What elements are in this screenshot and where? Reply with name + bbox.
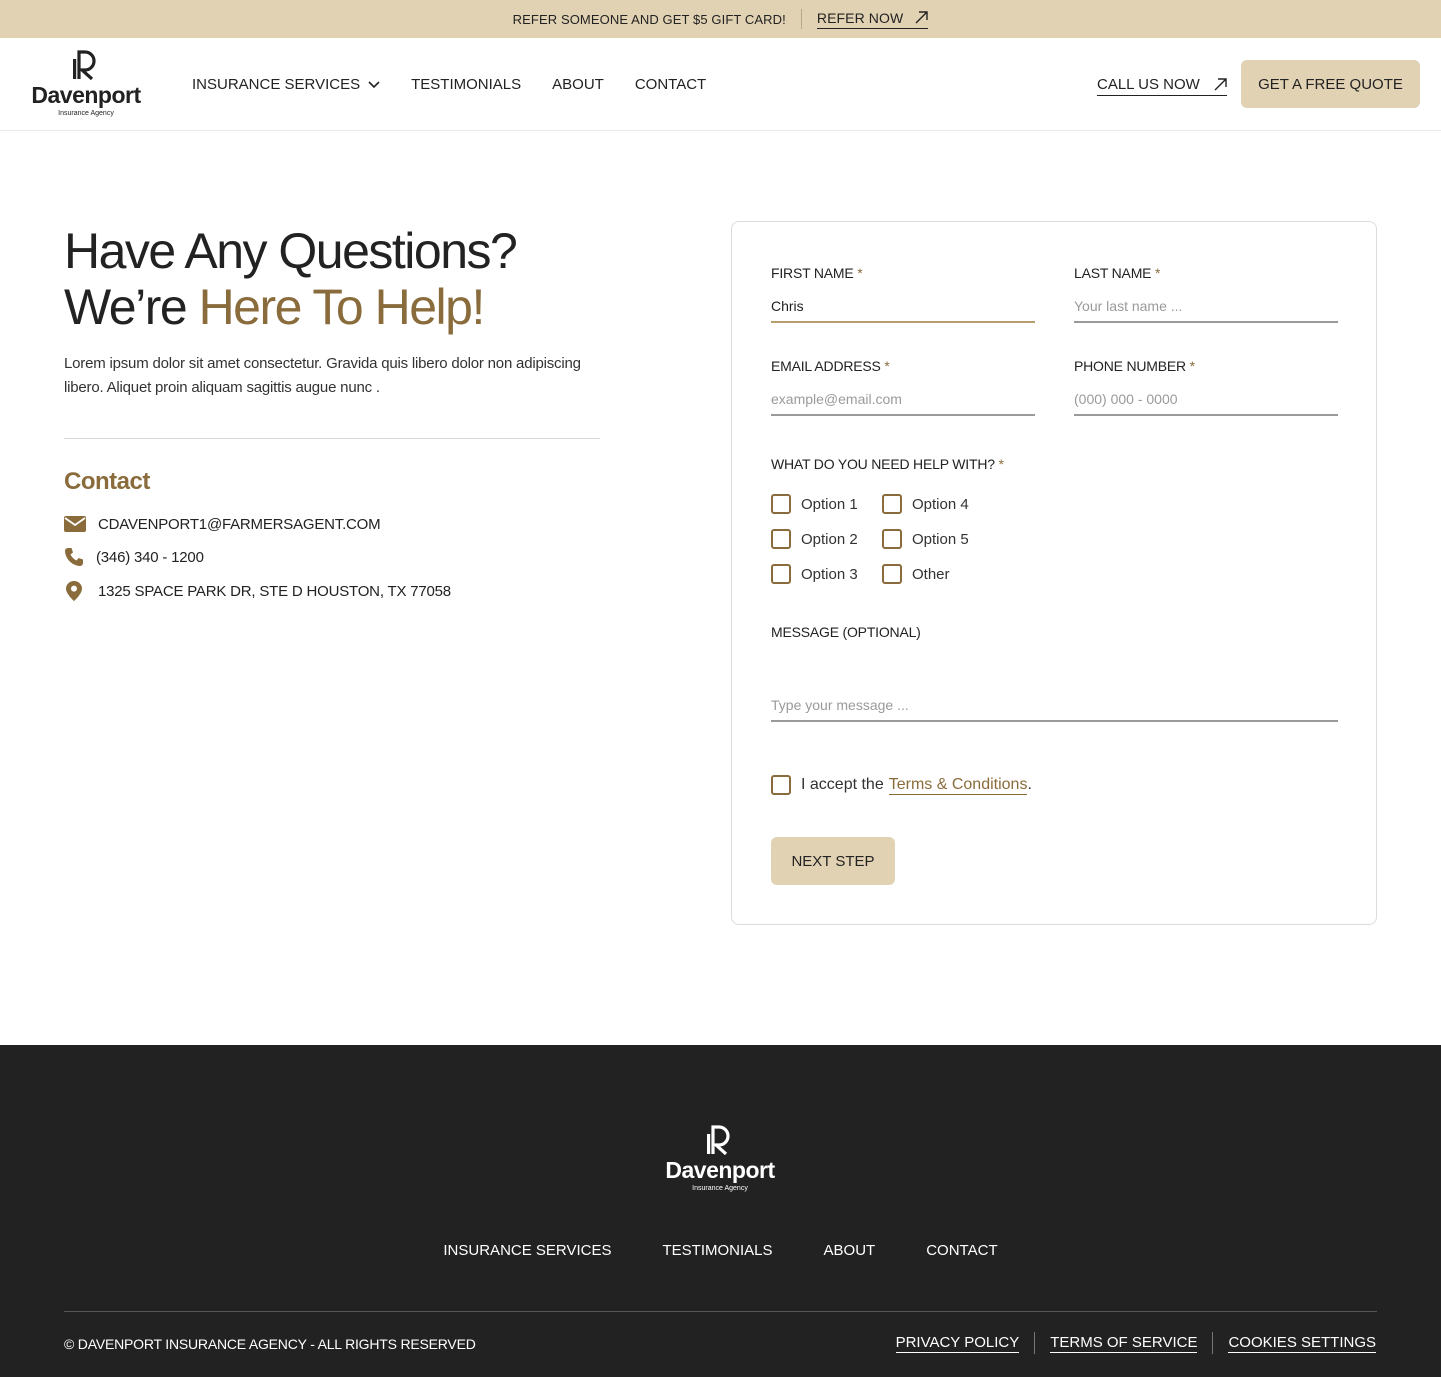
last-name-label: LAST NAME * xyxy=(1074,265,1161,281)
help-option-other[interactable]: Other xyxy=(882,564,950,584)
contact-phone-text: (346) 340 - 1200 xyxy=(96,548,204,566)
section-divider xyxy=(64,438,600,439)
call-us-now-label: CALL US NOW xyxy=(1097,76,1200,93)
checkbox[interactable] xyxy=(882,494,902,514)
first-name-label: FIRST NAME * xyxy=(771,265,863,281)
next-step-button[interactable]: NEXT STEP xyxy=(771,837,895,885)
intro-text: Lorem ipsum dolor sit amet consectetur. … xyxy=(64,355,581,396)
contact-email-text: CDAVENPORT1@FARMERSAGENT.COM xyxy=(98,515,381,533)
main-nav: INSURANCE SERVICES TESTIMONIALS ABOUT CO… xyxy=(192,38,706,131)
nav-insurance-services[interactable]: INSURANCE SERVICES xyxy=(192,76,380,93)
footer-logo[interactable]: Davenport Insurance Agency xyxy=(664,1125,776,1192)
get-free-quote-button[interactable]: GET A FREE QUOTE xyxy=(1241,60,1420,108)
title-line-2-plain: We’re xyxy=(64,279,199,335)
footer-brand-name: Davenport xyxy=(665,1157,775,1183)
promo-text: REFER SOMEONE AND GET $5 GIFT CARD! xyxy=(512,11,786,27)
terms-checkbox-row[interactable]: I accept the Terms & Conditions . xyxy=(771,775,1032,795)
legal-divider xyxy=(1212,1332,1214,1354)
help-label: WHAT DO YOU NEED HELP WITH? * xyxy=(771,456,1004,472)
call-us-now-link[interactable]: CALL US NOW xyxy=(1097,76,1227,96)
phone-label: PHONE NUMBER * xyxy=(1074,358,1195,374)
footer-nav-contact[interactable]: CONTACT xyxy=(926,1242,997,1259)
terms-of-service-link[interactable]: TERMS OF SERVICE xyxy=(1050,1334,1198,1353)
terms-suffix: . xyxy=(1027,776,1032,793)
footer-divider xyxy=(64,1311,1377,1312)
help-option-1[interactable]: Option 1 xyxy=(771,494,858,514)
contact-address-text: 1325 SPACE PARK DR, STE D HOUSTON, TX 77… xyxy=(98,582,451,600)
terms-checkbox[interactable] xyxy=(771,775,791,795)
promo-banner: REFER SOMEONE AND GET $5 GIFT CARD! REFE… xyxy=(0,0,1441,38)
checkbox[interactable] xyxy=(771,529,791,549)
phone-icon xyxy=(64,547,88,567)
help-option-2[interactable]: Option 2 xyxy=(771,529,858,549)
message-input[interactable] xyxy=(771,697,1338,722)
envelope-icon xyxy=(64,514,88,534)
copyright-text: © DAVENPORT INSURANCE AGENCY - ALL RIGHT… xyxy=(64,1336,476,1352)
brand-name: Davenport xyxy=(31,82,141,108)
brand-tagline: Insurance Agency xyxy=(58,110,114,117)
map-pin-icon xyxy=(64,581,88,601)
contact-phone[interactable]: (346) 340 - 1200 xyxy=(64,547,204,567)
contact-email[interactable]: CDAVENPORT1@FARMERSAGENT.COM xyxy=(64,514,381,534)
terms-prefix: I accept the xyxy=(801,776,884,793)
arrow-up-right-icon xyxy=(915,11,929,24)
nav-about[interactable]: ABOUT xyxy=(552,76,604,93)
davenport-logo-mark-icon xyxy=(707,1125,730,1155)
message-label: MESSAGE (OPTIONAL) xyxy=(771,624,921,640)
footer-nav-testimonials[interactable]: TESTIMONIALS xyxy=(663,1242,773,1259)
privacy-policy-link[interactable]: PRIVACY POLICY xyxy=(895,1334,1020,1353)
last-name-group: LAST NAME * xyxy=(1074,265,1338,323)
header-logo[interactable]: Davenport Insurance Agency xyxy=(31,50,141,117)
title-line-1: Have Any Questions? xyxy=(64,223,518,279)
first-name-input[interactable] xyxy=(771,298,1035,323)
nav-label: INSURANCE SERVICES xyxy=(192,76,361,93)
site-header: Davenport Insurance Agency INSURANCE SER… xyxy=(0,38,1441,131)
arrow-up-right-icon xyxy=(1214,78,1227,91)
last-name-input[interactable] xyxy=(1074,298,1338,323)
first-name-group: FIRST NAME * xyxy=(771,265,1035,323)
phone-group: PHONE NUMBER * xyxy=(1074,358,1338,416)
help-option-5[interactable]: Option 5 xyxy=(882,529,969,549)
nav-contact[interactable]: CONTACT xyxy=(635,76,706,93)
banner-divider xyxy=(800,9,802,29)
email-group: EMAIL ADDRESS * xyxy=(771,358,1035,416)
contact-heading: Contact xyxy=(64,468,150,495)
footer-nav-insurance-services[interactable]: INSURANCE SERVICES xyxy=(443,1242,611,1259)
email-field[interactable] xyxy=(771,391,1035,416)
checkbox[interactable] xyxy=(771,494,791,514)
cookies-settings-link[interactable]: COOKIES SETTINGS xyxy=(1228,1334,1376,1353)
phone-field[interactable] xyxy=(1074,391,1338,416)
nav-testimonials[interactable]: TESTIMONIALS xyxy=(411,76,521,93)
page-title: Have Any Questions? We’re Here To Help! xyxy=(64,223,518,335)
checkbox[interactable] xyxy=(882,564,902,584)
terms-link[interactable]: Terms & Conditions xyxy=(888,776,1028,795)
site-footer: Davenport Insurance Agency INSURANCE SER… xyxy=(0,1045,1441,1377)
title-line-2-accent: Here To Help! xyxy=(198,279,486,335)
checkbox[interactable] xyxy=(882,529,902,549)
chevron-down-icon xyxy=(368,80,380,88)
davenport-logo-mark-icon xyxy=(73,50,96,80)
footer-nav-about[interactable]: ABOUT xyxy=(824,1242,876,1259)
help-option-4[interactable]: Option 4 xyxy=(882,494,969,514)
footer-nav: INSURANCE SERVICES TESTIMONIALS ABOUT CO… xyxy=(0,1242,1441,1259)
legal-divider xyxy=(1034,1332,1036,1354)
legal-links: PRIVACY POLICY TERMS OF SERVICE COOKIES … xyxy=(895,1332,1376,1354)
checkbox[interactable] xyxy=(771,564,791,584)
contact-address[interactable]: 1325 SPACE PARK DR, STE D HOUSTON, TX 77… xyxy=(64,581,451,601)
message-group xyxy=(771,697,1338,722)
email-label: EMAIL ADDRESS * xyxy=(771,358,890,374)
refer-now-link[interactable]: REFER NOW xyxy=(816,9,929,29)
refer-now-label: REFER NOW xyxy=(816,9,904,26)
contact-form: FIRST NAME * LAST NAME * EMAIL ADDRESS *… xyxy=(731,221,1377,925)
footer-brand-tagline: Insurance Agency xyxy=(692,1185,748,1192)
help-option-3[interactable]: Option 3 xyxy=(771,564,858,584)
